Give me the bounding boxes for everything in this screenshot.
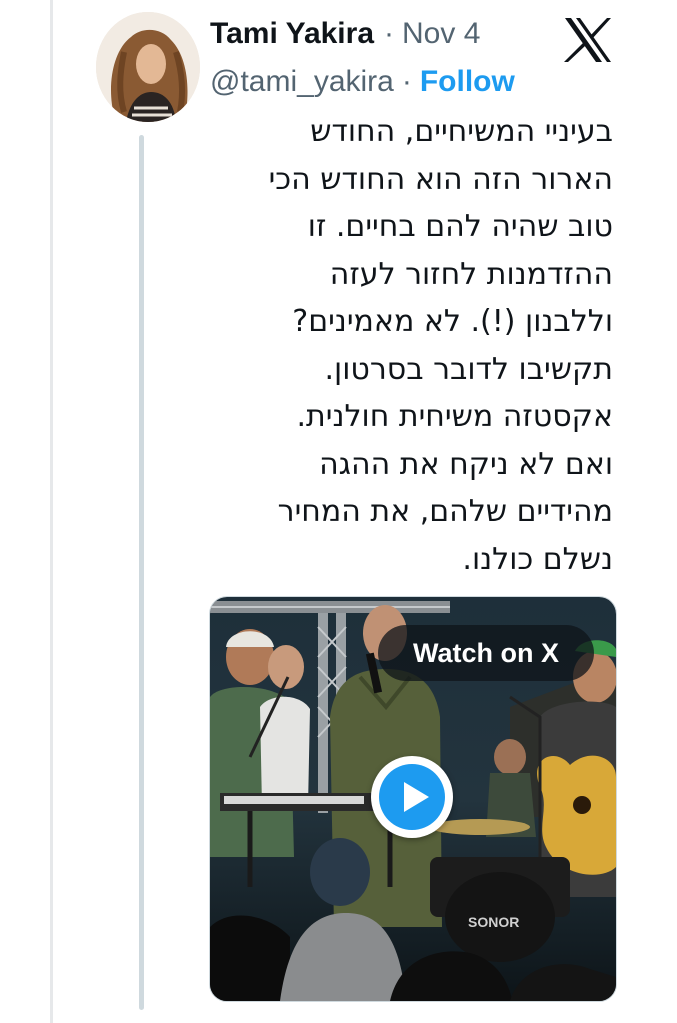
- page-edge-divider: [50, 0, 53, 1023]
- play-icon: [379, 764, 445, 830]
- avatar[interactable]: [96, 12, 200, 122]
- author-handle[interactable]: @tami_yakira: [210, 62, 394, 102]
- tweet-text-line: תקשיבו לדובר בסרטון.: [324, 351, 613, 387]
- tweet-date[interactable]: Nov 4: [402, 14, 480, 54]
- tweet-text-line: וללבנון (!). לא מאמינים?: [292, 304, 613, 339]
- video-thumbnail[interactable]: SONOR Watch on X: [209, 596, 617, 1002]
- drum-brand-label: SONOR: [468, 914, 519, 930]
- tweet-text: בעיניי המשיחיים, החודש הארור הזה הוא החו…: [215, 108, 613, 583]
- tweet-text-line: מהידיים שלהם, את המחיר: [277, 494, 613, 529]
- tweet-text-line: בעיניי המשיחיים, החודש: [310, 114, 613, 149]
- tweet-text-line: טוב שהיה להם בחיים. זו: [307, 209, 613, 244]
- separator-dot: ·: [384, 17, 395, 50]
- avatar-photo: [96, 12, 200, 122]
- author-name[interactable]: Tami Yakira: [210, 14, 374, 54]
- thread-connector-line: [139, 135, 144, 1010]
- tweet-text-line: ואם לא ניקח את ההגה: [319, 446, 613, 482]
- x-logo-icon[interactable]: [563, 16, 613, 64]
- watch-on-x-button[interactable]: Watch on X: [378, 625, 594, 681]
- handle-row: @tami_yakira · Follow: [210, 62, 650, 102]
- tweet-text-line: אקסטזה משיחית חולנית.: [296, 399, 613, 434]
- tweet-text-line: ההזדמנות לחזור לעזה: [329, 256, 613, 292]
- play-button[interactable]: [371, 756, 453, 838]
- separator-dot: ·: [401, 65, 412, 98]
- follow-button[interactable]: Follow: [420, 62, 515, 102]
- tweet-text-line: נשלם כולנו.: [462, 541, 613, 577]
- tweet-text-line: הארור הזה הוא החודש הכי: [268, 161, 613, 197]
